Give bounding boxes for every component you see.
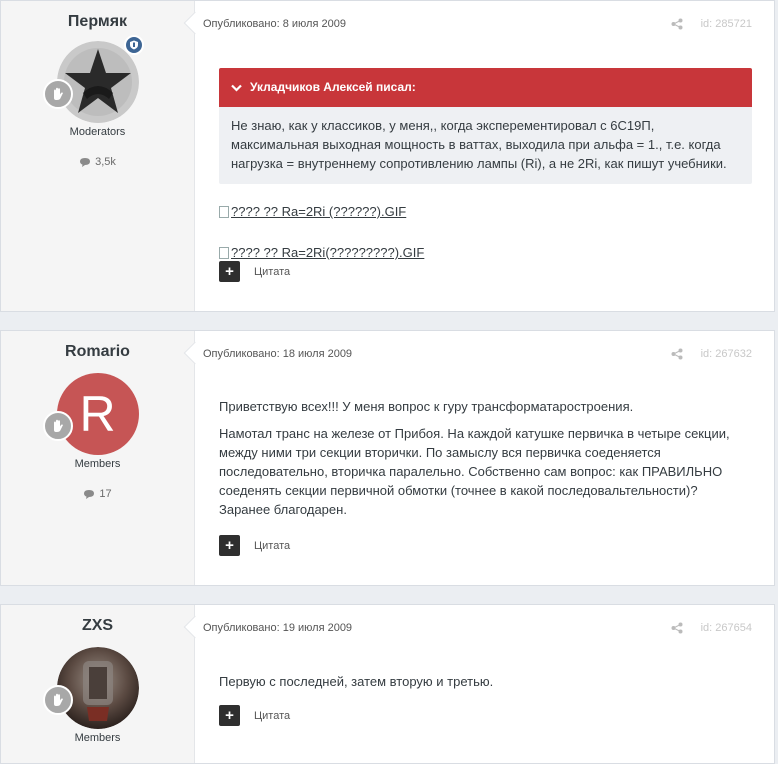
post-count: 3,5k — [1, 156, 194, 168]
image-link-label: ???? ?? Ra=2Ri (??????).GIF — [231, 204, 407, 219]
post-date[interactable]: Опубликовано: 8 июля 2009 — [203, 18, 671, 30]
broken-image-icon — [219, 246, 229, 259]
post-actions: + Цитата — [219, 705, 290, 726]
comment-icon — [84, 489, 95, 499]
share-icon[interactable] — [671, 348, 683, 360]
author-panel: Пермяк Moderators 3,5k — [1, 1, 207, 311]
post-id: id: 267654 — [700, 622, 752, 634]
author-name[interactable]: Пермяк — [1, 13, 194, 31]
post-meta: Опубликовано: 18 июля 2009 id: 267632 — [203, 348, 752, 360]
broken-image-icon — [219, 205, 229, 218]
post-content: Опубликовано: 8 июля 2009 id: 285721 Укл… — [195, 1, 774, 311]
post-paragraph: Первую с последней, затем вторую и треть… — [219, 674, 494, 689]
post: Пермяк Moderators 3,5k Опубликовано: 8 и… — [0, 0, 775, 312]
moderator-shield-icon — [123, 35, 144, 55]
quote-button[interactable]: Цитата — [254, 710, 290, 722]
add-reaction-button[interactable]: + — [219, 261, 240, 282]
author-name[interactable]: Romario — [1, 343, 194, 361]
avatar[interactable] — [56, 647, 139, 729]
quote-block: Укладчиков Алексей писал: Не знаю, как у… — [219, 68, 752, 184]
add-reaction-button[interactable]: + — [219, 535, 240, 556]
post-id: id: 285721 — [700, 18, 752, 30]
share-icon[interactable] — [671, 18, 683, 30]
rank-badge-icon — [42, 79, 73, 109]
avatar-wrap — [42, 647, 139, 729]
member-group: Members — [74, 732, 121, 744]
post-id: id: 267632 — [700, 348, 752, 360]
image-link[interactable]: ???? ?? Ra=2Ri (??????).GIF — [219, 202, 752, 221]
rank-badge-icon — [42, 685, 73, 715]
post-body: Приветствую всех!!! У меня вопрос к гуру… — [219, 397, 752, 527]
post-content: Опубликовано: 19 июля 2009 id: 267654 Пе… — [195, 605, 774, 763]
post-date[interactable]: Опубликовано: 18 июля 2009 — [203, 348, 671, 360]
rank-badge-icon — [42, 411, 73, 441]
avatar-wrap — [42, 35, 144, 123]
author-panel: Romario R Members 17 — [1, 331, 207, 585]
quote-button[interactable]: Цитата — [254, 266, 290, 278]
chevron-down-icon — [231, 84, 242, 92]
post-count: 17 — [1, 488, 194, 500]
post-content: Опубликовано: 18 июля 2009 id: 267632 Пр… — [195, 331, 774, 585]
post-count-value: 3,5k — [95, 156, 116, 168]
post-date[interactable]: Опубликовано: 19 июля 2009 — [203, 622, 671, 634]
post-body: Укладчиков Алексей писал: Не знаю, как у… — [219, 68, 752, 272]
share-icon[interactable] — [671, 622, 683, 634]
member-group: Members — [74, 458, 121, 470]
post: ZXS Members Опубликовано: 19 июля 2009 i… — [0, 604, 775, 764]
post-meta: Опубликовано: 8 июля 2009 id: 285721 — [203, 18, 752, 30]
avatar[interactable]: R — [56, 373, 139, 455]
quote-header[interactable]: Укладчиков Алексей писал: — [219, 68, 752, 107]
avatar-wrap: R — [42, 373, 139, 455]
avatar[interactable] — [56, 41, 139, 123]
quote-button[interactable]: Цитата — [254, 540, 290, 552]
quote-author: Укладчиков Алексей писал: — [250, 80, 416, 94]
post-actions: + Цитата — [219, 535, 290, 556]
member-group: Moderators — [69, 126, 126, 138]
comment-icon — [80, 157, 91, 167]
image-link[interactable]: ???? ?? Ra=2Ri(?????????).GIF — [219, 243, 752, 262]
post-actions: + Цитата — [219, 261, 290, 282]
avatar-letter: R — [79, 386, 116, 442]
post-paragraph: Намотал транс на железе от Прибоя. На ка… — [219, 426, 730, 517]
author-panel: ZXS Members — [1, 605, 207, 763]
add-reaction-button[interactable]: + — [219, 705, 240, 726]
author-name[interactable]: ZXS — [1, 617, 194, 635]
post-body: Первую с последней, затем вторую и треть… — [219, 672, 752, 699]
post-meta: Опубликовано: 19 июля 2009 id: 267654 — [203, 622, 752, 634]
post-paragraph: Приветствую всех!!! У меня вопрос к гуру… — [219, 399, 634, 414]
post: Romario R Members 17 Опубликовано: 18 ию… — [0, 330, 775, 586]
image-link-label: ???? ?? Ra=2Ri(?????????).GIF — [231, 245, 425, 260]
post-count-value: 17 — [99, 488, 112, 500]
quote-text: Не знаю, как у классиков, у меня,, когда… — [231, 118, 727, 171]
